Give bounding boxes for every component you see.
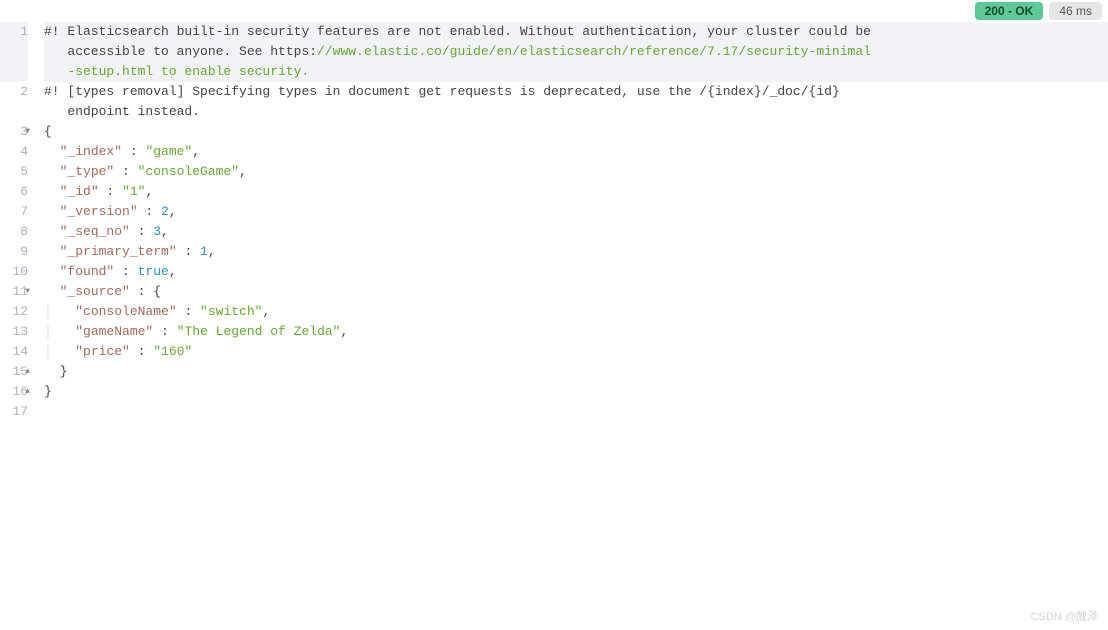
code-line: accessible to anyone. See https://www.el…	[44, 42, 1108, 62]
code-line: "_id" : "1",	[44, 182, 1108, 202]
code-line: │ "gameName" : "The Legend of Zelda",	[44, 322, 1108, 342]
line-number: 15▲	[0, 362, 28, 382]
fold-icon[interactable]: ▼	[25, 282, 30, 302]
line-number: 2	[0, 82, 28, 102]
code-line: }	[44, 382, 1108, 402]
code-content: #! Elasticsearch built-in security featu…	[36, 22, 1108, 422]
line-number: 11▼	[0, 282, 28, 302]
code-line: "_type" : "consoleGame",	[44, 162, 1108, 182]
line-number: 5	[0, 162, 28, 182]
line-number: 14	[0, 342, 28, 362]
code-line: │ "price" : "160"	[44, 342, 1108, 362]
code-line	[44, 402, 1108, 422]
code-line: │ "consoleName" : "switch",	[44, 302, 1108, 322]
line-number: 10	[0, 262, 28, 282]
fold-icon[interactable]: ▲	[25, 362, 30, 382]
line-gutter: 1 2 3▼ 4 5 6 7 8 9 10 11▼ 12 13 14 15▲ 1…	[0, 22, 36, 422]
line-number	[0, 62, 28, 82]
line-number	[0, 42, 28, 62]
code-line: #! Elasticsearch built-in security featu…	[44, 22, 1108, 42]
code-line: #! [types removal] Specifying types in d…	[44, 82, 1108, 102]
status-badge: 200 - OK	[975, 2, 1044, 20]
line-number: 7	[0, 202, 28, 222]
code-line: "_primary_term" : 1,	[44, 242, 1108, 262]
code-editor[interactable]: 1 2 3▼ 4 5 6 7 8 9 10 11▼ 12 13 14 15▲ 1…	[0, 22, 1108, 422]
code-line: "found" : true,	[44, 262, 1108, 282]
line-number: 12	[0, 302, 28, 322]
line-number: 13	[0, 322, 28, 342]
code-line: {	[44, 122, 1108, 142]
line-number: 4	[0, 142, 28, 162]
line-number: 6	[0, 182, 28, 202]
response-header: 200 - OK 46 ms	[0, 0, 1108, 22]
time-badge: 46 ms	[1049, 2, 1102, 20]
code-line: "_index" : "game",	[44, 142, 1108, 162]
code-line: -setup.html to enable security.	[44, 62, 1108, 82]
line-number: 16▲	[0, 382, 28, 402]
fold-icon[interactable]: ▲	[25, 382, 30, 402]
fold-icon[interactable]: ▼	[25, 122, 30, 142]
line-number: 1	[0, 22, 28, 42]
code-line: "_seq_no" : 3,	[44, 222, 1108, 242]
code-line: "_source" : {	[44, 282, 1108, 302]
code-line: endpoint instead.	[44, 102, 1108, 122]
line-number: 9	[0, 242, 28, 262]
line-number	[0, 102, 28, 122]
line-number: 3▼	[0, 122, 28, 142]
code-line: "_version" : 2,	[44, 202, 1108, 222]
code-line: }	[44, 362, 1108, 382]
line-number: 8	[0, 222, 28, 242]
watermark: CSDN @醜泽	[1031, 608, 1098, 624]
line-number: 17	[0, 402, 28, 422]
